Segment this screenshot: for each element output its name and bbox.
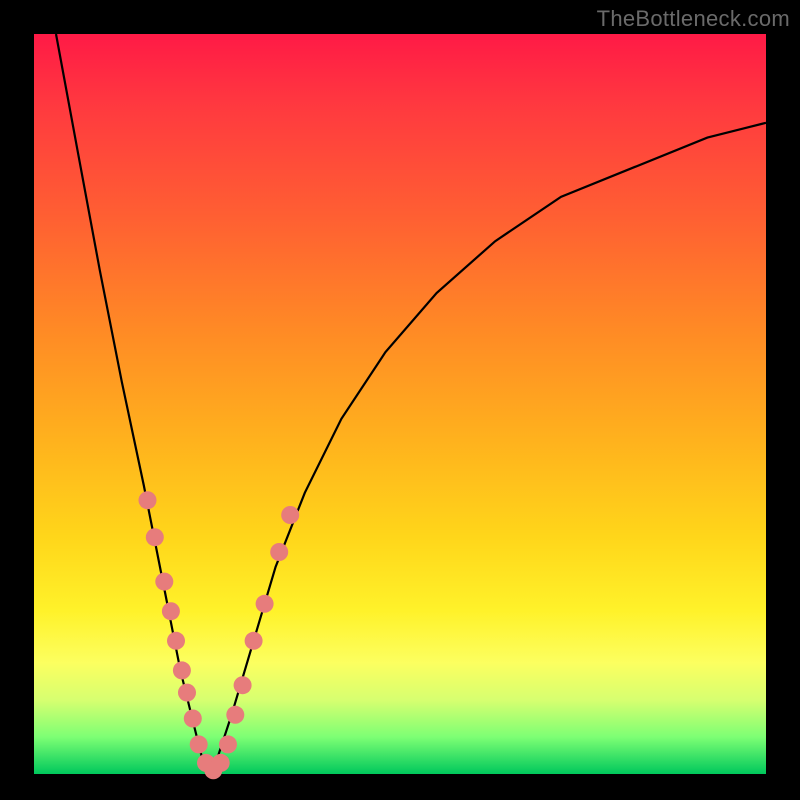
curve-marker xyxy=(167,632,185,650)
marker-group xyxy=(139,491,300,779)
curve-marker xyxy=(245,632,263,650)
curve-marker xyxy=(234,676,252,694)
watermark-text: TheBottleneck.com xyxy=(597,6,790,32)
bottleneck-curve xyxy=(56,34,766,774)
curve-marker xyxy=(190,735,208,753)
curve-marker xyxy=(212,754,230,772)
plot-area xyxy=(34,34,766,774)
outer-frame: TheBottleneck.com xyxy=(0,0,800,800)
curve-marker xyxy=(173,661,191,679)
curve-marker xyxy=(178,684,196,702)
curve-marker xyxy=(270,543,288,561)
curve-marker xyxy=(226,706,244,724)
curve-marker xyxy=(184,710,202,728)
curve-svg xyxy=(34,34,766,774)
curve-marker xyxy=(162,602,180,620)
curve-marker xyxy=(155,573,173,591)
curve-marker xyxy=(281,506,299,524)
curve-marker xyxy=(256,595,274,613)
curve-marker xyxy=(219,735,237,753)
curve-marker xyxy=(146,528,164,546)
curve-marker xyxy=(139,491,157,509)
